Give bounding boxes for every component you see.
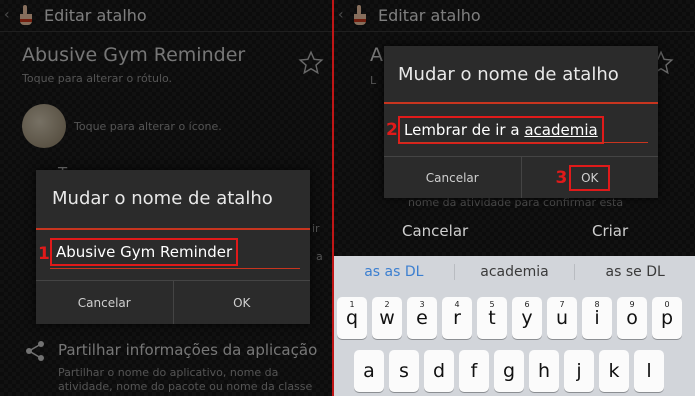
key-label: t (488, 307, 496, 329)
on-screen-keyboard: 1q2w3e4r5t6y7u8i9o0pasdfghjkl (334, 288, 695, 396)
cancel-button[interactable]: Cancelar (384, 157, 521, 198)
right-screenshot: ‹ Editar atalho A L nome da atividade pa… (334, 0, 695, 396)
dialog-title-divider (36, 228, 310, 230)
dialog-title: Mudar o nome de atalho (398, 64, 619, 85)
key-number-hint: 7 (559, 300, 565, 309)
cancel-button[interactable]: Cancelar (36, 281, 173, 324)
key-s[interactable]: s (389, 350, 419, 392)
key-j[interactable]: j (564, 350, 594, 392)
suggestion-bar: as as DL academia as se DL (334, 256, 695, 288)
key-label: i (594, 307, 600, 329)
ok-button[interactable]: OK (172, 281, 311, 324)
key-number-hint: 8 (594, 300, 600, 309)
autocorrect-word: academia (524, 121, 598, 139)
key-i[interactable]: 8i (582, 297, 612, 339)
input-underline (398, 142, 648, 143)
key-number-hint: 2 (384, 300, 390, 309)
key-t[interactable]: 5t (477, 297, 507, 339)
key-number-hint: 5 (489, 300, 495, 309)
key-label: u (555, 307, 569, 329)
key-r[interactable]: 4r (442, 297, 472, 339)
input-underline (50, 268, 300, 269)
suggestion-item[interactable]: as as DL (334, 264, 454, 280)
shortcut-name-input[interactable]: Lembrar de ir a academia (398, 116, 604, 144)
key-label: o (626, 307, 638, 329)
key-number-hint: 4 (454, 300, 460, 309)
key-label: p (660, 307, 674, 329)
key-h[interactable]: h (529, 350, 559, 392)
step-marker-1: 1 (38, 244, 50, 264)
key-label: e (416, 307, 428, 329)
key-d[interactable]: d (424, 350, 454, 392)
ok-button[interactable]: OK (569, 164, 611, 191)
rename-dialog: Mudar o nome de atalho 1 Abusive Gym Rem… (36, 170, 310, 324)
key-number-hint: 9 (629, 300, 635, 309)
key-label: q (345, 307, 359, 329)
dialog-buttons: Cancelar OK (36, 280, 310, 324)
ok-button-cell: 3 OK (520, 157, 659, 198)
step-marker-3: 3 (555, 168, 568, 188)
key-q[interactable]: 1q (337, 297, 367, 339)
step-marker-2: 2 (386, 120, 398, 140)
left-screenshot: ‹ Editar atalho Abusive Gym Reminder Toq… (0, 0, 332, 396)
key-number-hint: 1 (349, 300, 355, 309)
key-a[interactable]: a (354, 350, 384, 392)
background-cancel-button: Cancelar (402, 222, 469, 240)
shortcut-name-input[interactable]: Abusive Gym Reminder (50, 238, 239, 266)
dialog-buttons: Cancelar 3 OK (384, 156, 658, 198)
key-e[interactable]: 3e (407, 297, 437, 339)
key-k[interactable]: k (599, 350, 629, 392)
key-label: w (379, 307, 395, 329)
key-number-hint: 6 (524, 300, 530, 309)
rename-dialog: Mudar o nome de atalho 2 Lembrar de ir a… (384, 46, 658, 198)
dialog-title: Mudar o nome de atalho (52, 188, 273, 209)
suggestion-item[interactable]: academia (453, 264, 575, 280)
key-o[interactable]: 9o (617, 297, 647, 339)
background-create-button: Criar (592, 222, 629, 240)
key-u[interactable]: 7u (547, 297, 577, 339)
key-number-hint: 3 (419, 300, 425, 309)
key-l[interactable]: l (634, 350, 664, 392)
key-label: r (453, 307, 461, 329)
dialog-title-divider (384, 102, 658, 104)
suggestion-item[interactable]: as se DL (574, 264, 695, 280)
key-w[interactable]: 2w (372, 297, 402, 339)
key-y[interactable]: 6y (512, 297, 542, 339)
key-f[interactable]: f (459, 350, 489, 392)
key-number-hint: 0 (664, 300, 670, 309)
key-g[interactable]: g (494, 350, 524, 392)
key-label: y (521, 307, 533, 329)
key-p[interactable]: 0p (652, 297, 682, 339)
